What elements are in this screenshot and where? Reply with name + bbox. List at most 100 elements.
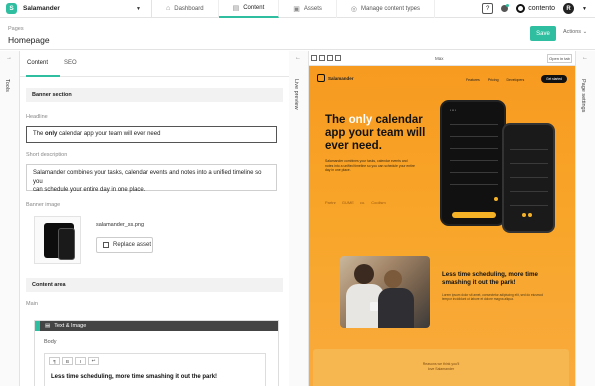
wide-view-icon[interactable] bbox=[335, 55, 341, 61]
headline-input[interactable]: The only calendar app your team will eve… bbox=[26, 126, 277, 143]
banner-image-thumbnail[interactable] bbox=[34, 216, 81, 264]
phone-mockup-2 bbox=[502, 123, 555, 233]
partner-logo-1: Partnr bbox=[325, 200, 336, 205]
partner-logo-3: co. bbox=[359, 200, 366, 205]
site-nav-developers[interactable]: Developers bbox=[507, 78, 525, 82]
help-icon[interactable]: ? bbox=[482, 3, 494, 14]
section-content-area: Content area bbox=[26, 278, 283, 292]
tools-rail-label: Tools bbox=[4, 79, 10, 92]
section2-subtext: Lorem ipsum dolor sit amet, consectetur … bbox=[442, 293, 543, 302]
block-header[interactable]: ▤ Text & Image bbox=[35, 321, 278, 331]
headline-text-bold: only bbox=[45, 131, 58, 137]
phone-accent-dot bbox=[528, 213, 532, 217]
tools-rail[interactable]: → Tools bbox=[0, 51, 20, 386]
text-image-block[interactable]: ▤ Text & Image Body ¶ B I ↩ Less time sc… bbox=[34, 320, 279, 386]
breadcrumb[interactable]: Pages bbox=[8, 26, 24, 32]
topbar-right: ? contento R ▼ bbox=[482, 0, 595, 18]
chevron-down-icon[interactable]: ▼ bbox=[582, 6, 587, 12]
house-icon: ⌂ bbox=[166, 5, 171, 12]
partner-logo-2: GUME bbox=[341, 200, 354, 205]
rte-toolbar: ¶ B I ↩ bbox=[45, 354, 265, 368]
preview-toolbar: Max Open in tab bbox=[309, 51, 575, 66]
workspace-badge: S bbox=[6, 3, 17, 14]
body-rich-text-editor[interactable]: ¶ B I ↩ Less time scheduling, more time … bbox=[44, 353, 266, 386]
phone-accent-dot bbox=[522, 213, 526, 217]
headline-text-pre: The bbox=[33, 131, 46, 137]
image-icon: ▣ bbox=[293, 5, 300, 13]
save-button[interactable]: Save bbox=[530, 26, 556, 41]
tablet-view-icon[interactable] bbox=[319, 55, 325, 61]
content-editor: Content SEO Banner section Headline The … bbox=[20, 51, 289, 386]
arrow-left-icon[interactable]: ← bbox=[582, 55, 588, 61]
tab-content[interactable]: ▤ Content bbox=[218, 0, 280, 18]
replace-asset-label: Replace asset bbox=[113, 242, 152, 248]
arrow-left-icon[interactable]: ← bbox=[295, 55, 301, 61]
brand-logo: contento bbox=[516, 4, 555, 13]
phone-button bbox=[452, 212, 496, 218]
phone-row bbox=[450, 160, 498, 161]
section-banner: Banner section bbox=[26, 88, 283, 102]
headline-text-post: calendar app your team will ever need bbox=[57, 131, 161, 137]
paragraph-icon[interactable]: ¶ bbox=[49, 357, 60, 365]
avatar[interactable]: R bbox=[563, 3, 575, 14]
person-2-head bbox=[384, 270, 402, 288]
mug bbox=[370, 302, 378, 311]
site-nav-pricing[interactable]: Pricing bbox=[488, 78, 499, 82]
hero-headline: The only calendar app your team will eve… bbox=[325, 114, 429, 153]
arrow-right-icon[interactable]: → bbox=[6, 55, 12, 61]
open-in-tab-button[interactable]: Open in tab bbox=[547, 54, 572, 63]
site-nav-features[interactable]: Features bbox=[466, 78, 480, 82]
bold-icon[interactable]: B bbox=[62, 357, 73, 365]
main-label: Main bbox=[26, 301, 38, 307]
tab-dashboard-label: Dashboard bbox=[174, 5, 204, 12]
short-description-line-1: Salamander combines your tasks, calendar… bbox=[33, 170, 262, 185]
chevron-down-icon: ⌄ bbox=[582, 29, 588, 35]
drag-handle[interactable] bbox=[35, 321, 40, 331]
salamander-logo-icon bbox=[317, 74, 325, 82]
actions-label: Actions bbox=[563, 29, 582, 35]
phone-row bbox=[450, 124, 498, 125]
page-title: Homepage bbox=[8, 35, 50, 45]
reasons-text: Reasons we think you'll love Salamander bbox=[313, 362, 569, 372]
actions-menu[interactable]: Actions ⌄ bbox=[563, 29, 587, 35]
desktop-view-icon[interactable] bbox=[327, 55, 333, 61]
team-photo bbox=[340, 256, 430, 328]
phone-row bbox=[510, 205, 548, 206]
notifications-icon[interactable] bbox=[501, 4, 510, 12]
undo-icon[interactable]: ↩ bbox=[88, 357, 99, 365]
content-types-icon: ◎ bbox=[350, 5, 357, 13]
chevron-down-icon: ▼ bbox=[136, 5, 141, 12]
page-header: Pages Homepage Save Actions ⌄ bbox=[0, 18, 595, 50]
page-settings-rail[interactable]: ← Page settings bbox=[575, 51, 595, 386]
short-description-input[interactable]: Salamander combines your tasks, calendar… bbox=[26, 164, 277, 193]
banner-filename: salamander_ss.png bbox=[96, 222, 145, 228]
tab-assets-label: Assets bbox=[303, 5, 322, 12]
body-text[interactable]: Less time scheduling, more time smashing… bbox=[51, 374, 217, 380]
top-bar: S Salamander ▼ ⌂ Dashboard ▤ Content ▣ A… bbox=[0, 0, 595, 18]
site-cta-button[interactable]: Get started bbox=[541, 75, 567, 83]
editor-tabs: Content SEO bbox=[20, 51, 289, 77]
tab-dashboard[interactable]: ⌂ Dashboard bbox=[152, 0, 219, 18]
workspace-switcher[interactable]: S Salamander ▼ bbox=[0, 0, 152, 18]
live-preview-rail[interactable]: ← Live preview bbox=[289, 51, 309, 386]
phone-row bbox=[450, 136, 498, 137]
reasons-line-2: love Salamander bbox=[427, 367, 455, 371]
preview-size-label: Max bbox=[435, 56, 444, 61]
phone-status-bar: ▪ ▪▪ ▪ bbox=[450, 108, 456, 112]
tab-content-label: Content bbox=[243, 4, 265, 11]
mobile-view-icon[interactable] bbox=[311, 55, 317, 61]
site-name: Salamander bbox=[328, 75, 354, 81]
section2-heading: Less time scheduling, more time smashing… bbox=[442, 271, 538, 286]
block-type-icon: ▤ bbox=[45, 323, 51, 329]
tab-seo[interactable]: SEO bbox=[64, 60, 77, 66]
replace-icon bbox=[103, 242, 109, 248]
replace-asset-button[interactable]: Replace asset bbox=[96, 237, 153, 253]
tab-manage-content-types[interactable]: ◎ Manage content types bbox=[337, 0, 436, 18]
tab-assets[interactable]: ▣ Assets bbox=[279, 0, 337, 18]
phone-thumbnail-image-2 bbox=[58, 228, 75, 260]
brand-name: contento bbox=[528, 5, 556, 12]
live-preview-frame[interactable]: Salamander Features Pricing Developers G… bbox=[309, 66, 575, 386]
tab-content-editor[interactable]: Content bbox=[27, 60, 48, 66]
reasons-card: Reasons we think you'll love Salamander bbox=[313, 349, 569, 386]
italic-icon[interactable]: I bbox=[75, 357, 86, 365]
